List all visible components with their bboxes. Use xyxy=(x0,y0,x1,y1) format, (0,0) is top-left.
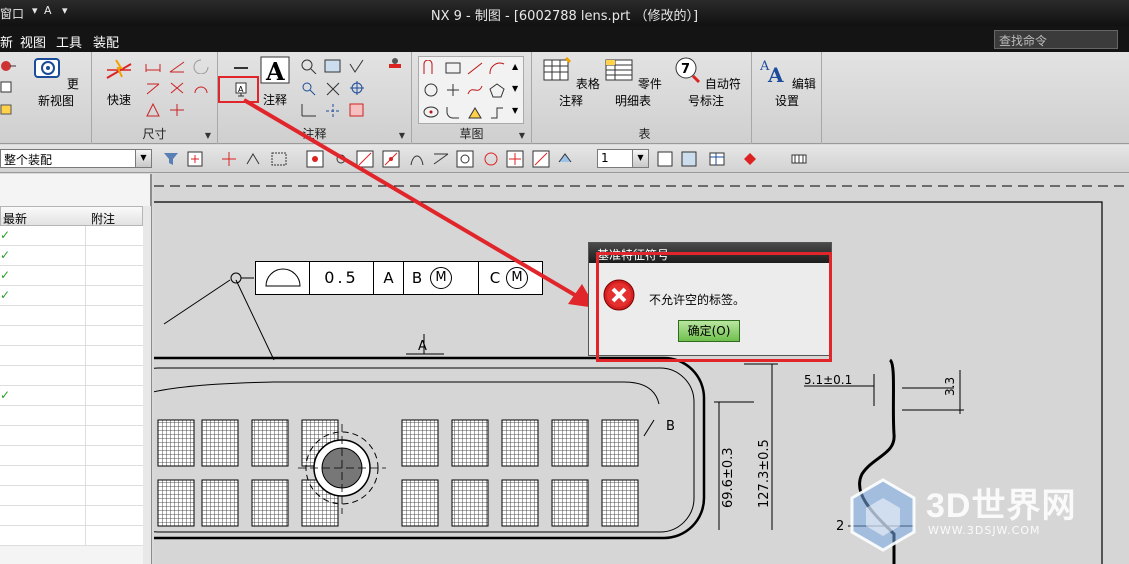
watermark-brand: 3D世界网 xyxy=(926,487,1077,525)
watermark: 3D世界网 WWW.3DSJW.COM xyxy=(848,474,1118,552)
watermark-url: WWW.3DSJW.COM xyxy=(928,524,1041,537)
highlight-dialog-box xyxy=(596,252,832,362)
watermark-logo-icon xyxy=(850,478,916,552)
